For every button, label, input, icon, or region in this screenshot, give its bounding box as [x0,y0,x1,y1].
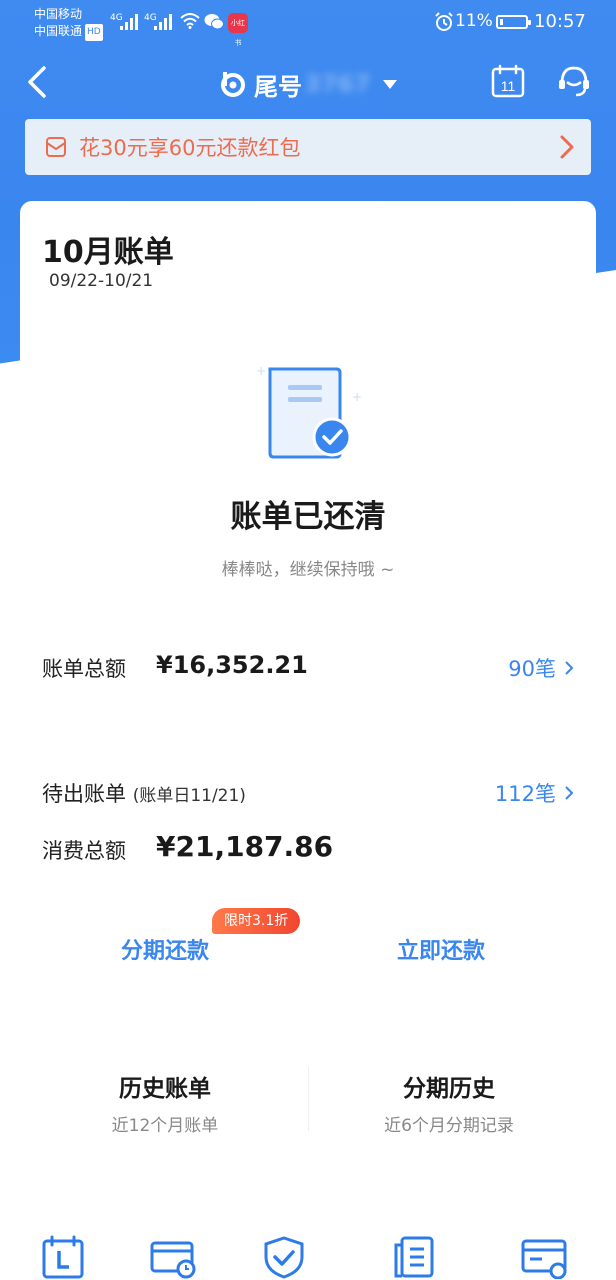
promo-text: 花30元享60元还款红包 [79,136,301,160]
total-label: 账单总额 [42,657,126,681]
paid-status-subtitle: 棒棒哒，继续保持哦 ~ [221,560,395,580]
bill-history-subtitle: 近12个月账单 [111,1116,219,1136]
bill-history-title: 历史账单 [119,1076,211,1102]
alarm-icon [435,12,453,31]
card-title: 尾号 [254,72,302,101]
bill-month-title: 10月账单 [42,235,174,270]
bill-history-entry[interactable]: 历史账单 近12个月账单 [50,1069,280,1136]
app-notification-badge: 小红书 [228,13,248,47]
customer-service-icon[interactable] [556,63,592,99]
pending-count: 112笔 [494,782,556,806]
card-selector[interactable]: 尾号 3767 [220,66,397,102]
back-icon[interactable] [24,64,54,100]
discount-badge: 限时3.1折 [212,908,301,934]
chevron-right-icon [565,786,574,800]
battery-icon [496,15,531,29]
carrier-1: 中国移动 [34,7,83,21]
installment-history-entry[interactable]: 分期历史 近6个月分期记录 [334,1069,564,1136]
total-amount: ¥16,352.21 [156,651,308,679]
calendar-day: 11 [501,78,516,94]
spend-label: 消费总额 [42,839,126,863]
pending-label: 待出账单 [42,782,126,806]
card-number-masked: 3767 [304,70,371,98]
signal-icon [120,14,140,30]
bill-paid-icon: + + [256,364,362,459]
dropdown-icon[interactable] [382,79,397,89]
pending-billing-date: (账单日11/21) [132,786,246,806]
total-count-link[interactable]: 90笔 [508,653,574,683]
battery-percentage: 11% [455,11,493,31]
pending-label-group: 待出账单 (账单日11/21) [42,778,246,808]
bank-logo-icon [221,72,245,97]
tab-document-icon[interactable] [390,1235,438,1279]
tab-calendar-icon[interactable] [40,1235,88,1279]
carrier-2: 中国联通 [34,24,83,38]
wechat-icon [204,14,224,30]
promo-envelope-icon [46,137,66,157]
chevron-right-icon [560,135,574,159]
installment-history-subtitle: 近6个月分期记录 [384,1116,514,1136]
promo-banner[interactable]: 花30元享60元还款红包 [25,119,591,175]
installment-history-title: 分期历史 [403,1076,495,1102]
carrier-info: 中国移动 中国联通 HD [34,6,103,41]
hd-badge: HD [85,24,103,41]
tab-card-icon[interactable] [520,1235,568,1279]
repay-now-button[interactable]: 立即还款 [397,933,485,965]
spend-amount: ¥21,187.86 [156,830,334,863]
svg-text:+: + [256,364,266,378]
wifi-icon [180,12,200,34]
tab-shield-icon[interactable] [260,1235,308,1279]
clock: 10:57 [534,11,586,32]
calendar-icon[interactable]: 11 [491,64,525,98]
installment-repay-button[interactable]: 分期还款 [121,933,209,965]
paid-status-title: 账单已还清 [230,499,386,535]
status-bar: 中国移动 中国联通 HD 4G 4G 小红书 11% 10:57 [0,0,616,47]
signal-icon [154,14,174,30]
pending-count-link[interactable]: 112笔 [495,778,574,808]
total-count: 90笔 [508,657,556,681]
bill-date-range: 09/22-10/21 [49,271,154,291]
bill-card: 10月账单 09/22-10/21 + + 账单已还清 棒棒哒，继续保持哦 ~ … [20,201,596,1280]
chevron-right-icon [565,661,574,675]
svg-text:+: + [352,390,362,404]
tab-bill-history-icon[interactable] [148,1235,196,1279]
divider [308,1067,309,1131]
